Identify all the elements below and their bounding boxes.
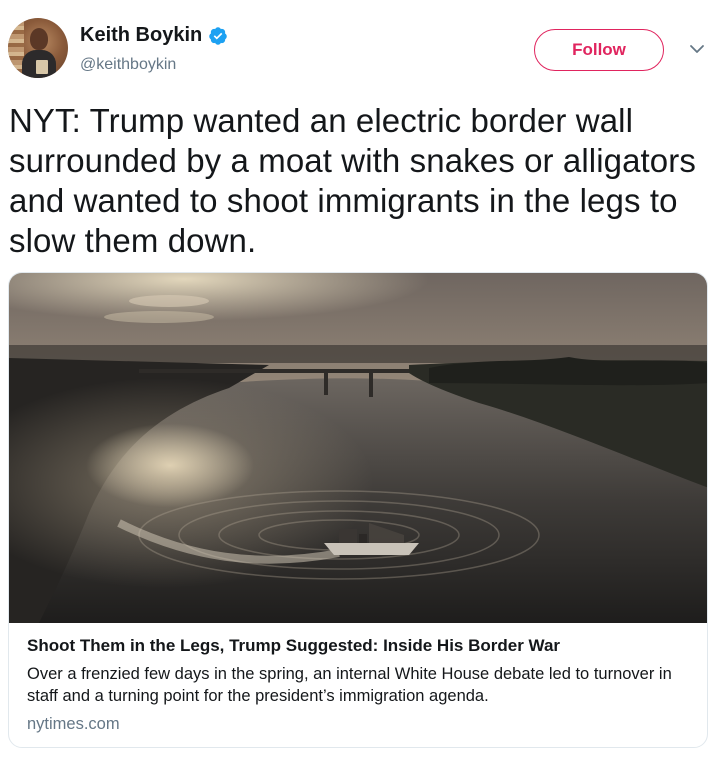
tweet-text: NYT: Trump wanted an electric border wal… (9, 102, 696, 259)
follow-button[interactable]: Follow (534, 29, 664, 71)
avatar-face (30, 28, 48, 50)
card-image[interactable] (9, 273, 708, 623)
display-name[interactable]: Keith Boykin (80, 24, 202, 47)
user-handle[interactable]: @keithboykin (80, 56, 176, 74)
avatar[interactable] (8, 18, 68, 78)
card-title[interactable]: Shoot Them in the Legs, Trump Suggested:… (27, 636, 560, 656)
avatar-book (36, 60, 48, 74)
link-card[interactable]: Shoot Them in the Legs, Trump Suggested:… (8, 272, 708, 748)
tweet: Keith Boykin @keithboykin Follow NYT: Tr… (0, 0, 719, 760)
verified-badge-icon (209, 26, 227, 45)
card-description: Over a frenzied few days in the spring, … (27, 665, 672, 705)
chevron-down-icon[interactable] (689, 43, 705, 55)
display-name-row[interactable]: Keith Boykin (80, 24, 228, 47)
card-domain[interactable]: nytimes.com (27, 715, 120, 734)
